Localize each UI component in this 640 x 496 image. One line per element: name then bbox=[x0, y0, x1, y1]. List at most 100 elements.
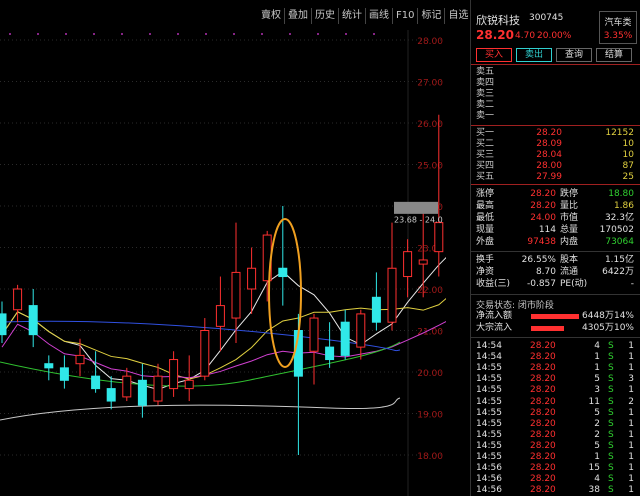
candle-body bbox=[137, 379, 147, 406]
candle-body bbox=[13, 288, 23, 311]
candle-body bbox=[106, 388, 116, 402]
price-change: 4.70 bbox=[515, 31, 536, 41]
quote-panel: 欣锐科技 300745 汽车类 3.35% 28.20 4.70 20.00% … bbox=[470, 0, 640, 496]
bid-label: 买二 bbox=[476, 139, 495, 149]
tick-price: 28.20 bbox=[530, 463, 556, 474]
tick-row: 14:56 28.20 4 S 1 bbox=[476, 474, 636, 485]
ask-label: 卖二 bbox=[476, 100, 495, 110]
tick-volume: 2 bbox=[594, 418, 600, 429]
ask-label: 卖一 bbox=[476, 111, 495, 121]
bid-volume: 10 bbox=[622, 150, 634, 160]
settle-button[interactable]: 结算 bbox=[596, 48, 632, 62]
marker-dot bbox=[205, 33, 207, 35]
toolbar-button[interactable]: 叠加 bbox=[284, 8, 311, 24]
candle-body bbox=[387, 267, 397, 323]
candle-body bbox=[418, 259, 428, 265]
bid-price: 28.00 bbox=[536, 161, 562, 171]
flow-label: 大宗流入 bbox=[476, 323, 513, 333]
candle-body bbox=[371, 296, 381, 323]
stat-label: 内盘 bbox=[560, 237, 579, 247]
ma5-line bbox=[1, 256, 446, 390]
tick-price: 28.20 bbox=[530, 341, 556, 351]
buy-button[interactable]: 买入 bbox=[476, 48, 512, 62]
kline-chart[interactable]: 28.0027.0026.0025.0024.0023.0022.0021.00… bbox=[0, 0, 446, 496]
tick-count: 1 bbox=[628, 341, 634, 351]
sector-badge[interactable]: 汽车类 3.35% bbox=[599, 11, 637, 44]
tick-time: 14:56 bbox=[476, 474, 502, 485]
toolbar-button[interactable]: 历史 bbox=[311, 8, 338, 24]
toolbar-button[interactable]: F10 bbox=[392, 8, 417, 24]
sector-change: 3.35% bbox=[603, 31, 633, 41]
tick-volume: 3 bbox=[594, 385, 600, 396]
fund-flow-row: 净流入额 6448万 14% bbox=[476, 311, 636, 322]
divider bbox=[471, 337, 640, 338]
query-button[interactable]: 查询 bbox=[556, 48, 592, 62]
chart-toolbar: 賣权叠加历史统计画线F10标记自选返回 bbox=[258, 8, 498, 24]
tick-volume: 11 bbox=[588, 396, 600, 407]
toolbar-button[interactable]: 统计 bbox=[338, 8, 365, 24]
tick-price: 28.20 bbox=[530, 440, 556, 451]
candle-body bbox=[215, 305, 225, 327]
candle-body bbox=[278, 267, 288, 278]
sell-button[interactable]: 卖出 bbox=[516, 48, 552, 62]
stat-value: 24.00 bbox=[530, 213, 556, 223]
bid-row: 买一 28.20 12152 bbox=[476, 128, 636, 138]
tick-time: 14:55 bbox=[476, 440, 502, 451]
price-axis-label: 25.00 bbox=[417, 162, 443, 172]
tick-time: 14:55 bbox=[476, 418, 502, 429]
tick-count: 1 bbox=[628, 474, 634, 485]
kline-chart-area[interactable]: 28.0027.0026.0025.0024.0023.0022.0021.00… bbox=[0, 0, 495, 496]
price-axis-label: 26.00 bbox=[417, 120, 443, 130]
tick-volume: 38 bbox=[588, 485, 600, 496]
toolbar-button[interactable]: 自选 bbox=[444, 8, 471, 24]
stat-label: 净资 bbox=[476, 267, 495, 277]
marker-dot bbox=[317, 33, 319, 35]
tick-time: 14:55 bbox=[476, 363, 502, 374]
stat-label: 量比 bbox=[560, 201, 579, 211]
marker-dot bbox=[289, 33, 291, 35]
tick-volume: 2 bbox=[594, 429, 600, 440]
bid-volume: 25 bbox=[622, 172, 634, 182]
stat-label: 市值 bbox=[560, 213, 579, 223]
stat-label: 最高 bbox=[476, 201, 495, 211]
candle-body bbox=[356, 313, 366, 348]
quote-header: 欣锐科技 300745 汽车类 3.35% 28.20 4.70 20.00% bbox=[471, 0, 640, 46]
tick-side: S bbox=[608, 341, 614, 351]
ask-row: 卖三 bbox=[476, 89, 636, 99]
tick-side: S bbox=[608, 352, 614, 363]
candle-body bbox=[184, 379, 194, 390]
stat-label: 换手 bbox=[476, 255, 495, 265]
price-axis-label: 28.00 bbox=[417, 37, 443, 47]
tick-side: S bbox=[608, 396, 614, 407]
flow-pct: 14% bbox=[613, 311, 634, 321]
toolbar-button[interactable]: 画线 bbox=[365, 8, 392, 24]
ask-row: 卖五 bbox=[476, 67, 636, 77]
stat-value: 1.15亿 bbox=[604, 255, 634, 265]
stat-value: 26.55% bbox=[521, 255, 556, 265]
tick-row: 14:56 28.20 15 S 1 bbox=[476, 463, 636, 474]
tick-volume: 5 bbox=[594, 407, 600, 418]
marker-dot bbox=[121, 33, 123, 35]
divider bbox=[471, 125, 640, 126]
marker-dot bbox=[261, 33, 263, 35]
bid-label: 买三 bbox=[476, 150, 495, 160]
tick-side: S bbox=[608, 385, 614, 396]
trade-buttons: 买入 卖出 查询 结算 bbox=[476, 48, 632, 62]
stat-value: 1.86 bbox=[613, 201, 634, 211]
toolbar-button[interactable]: 賣权 bbox=[258, 8, 284, 24]
tick-row: 14:55 28.20 3 S 1 bbox=[476, 385, 636, 396]
stat-label: 现量 bbox=[476, 225, 495, 235]
marker-dot bbox=[149, 33, 151, 35]
price-axis-label: 22.00 bbox=[417, 286, 443, 296]
toolbar-button[interactable]: 标记 bbox=[417, 8, 444, 24]
tick-side: S bbox=[608, 418, 614, 429]
price-axis-label: 20.00 bbox=[417, 369, 443, 379]
flow-label: 净流入额 bbox=[476, 311, 513, 321]
tick-count: 1 bbox=[628, 429, 634, 440]
bid-price: 27.99 bbox=[536, 172, 562, 182]
stat-value: - bbox=[630, 279, 634, 289]
marker-dot bbox=[177, 33, 179, 35]
tick-count: 1 bbox=[628, 485, 634, 496]
stat-value: 28.20 bbox=[530, 201, 556, 211]
tick-row: 14:55 28.20 1 S 1 bbox=[476, 363, 636, 374]
